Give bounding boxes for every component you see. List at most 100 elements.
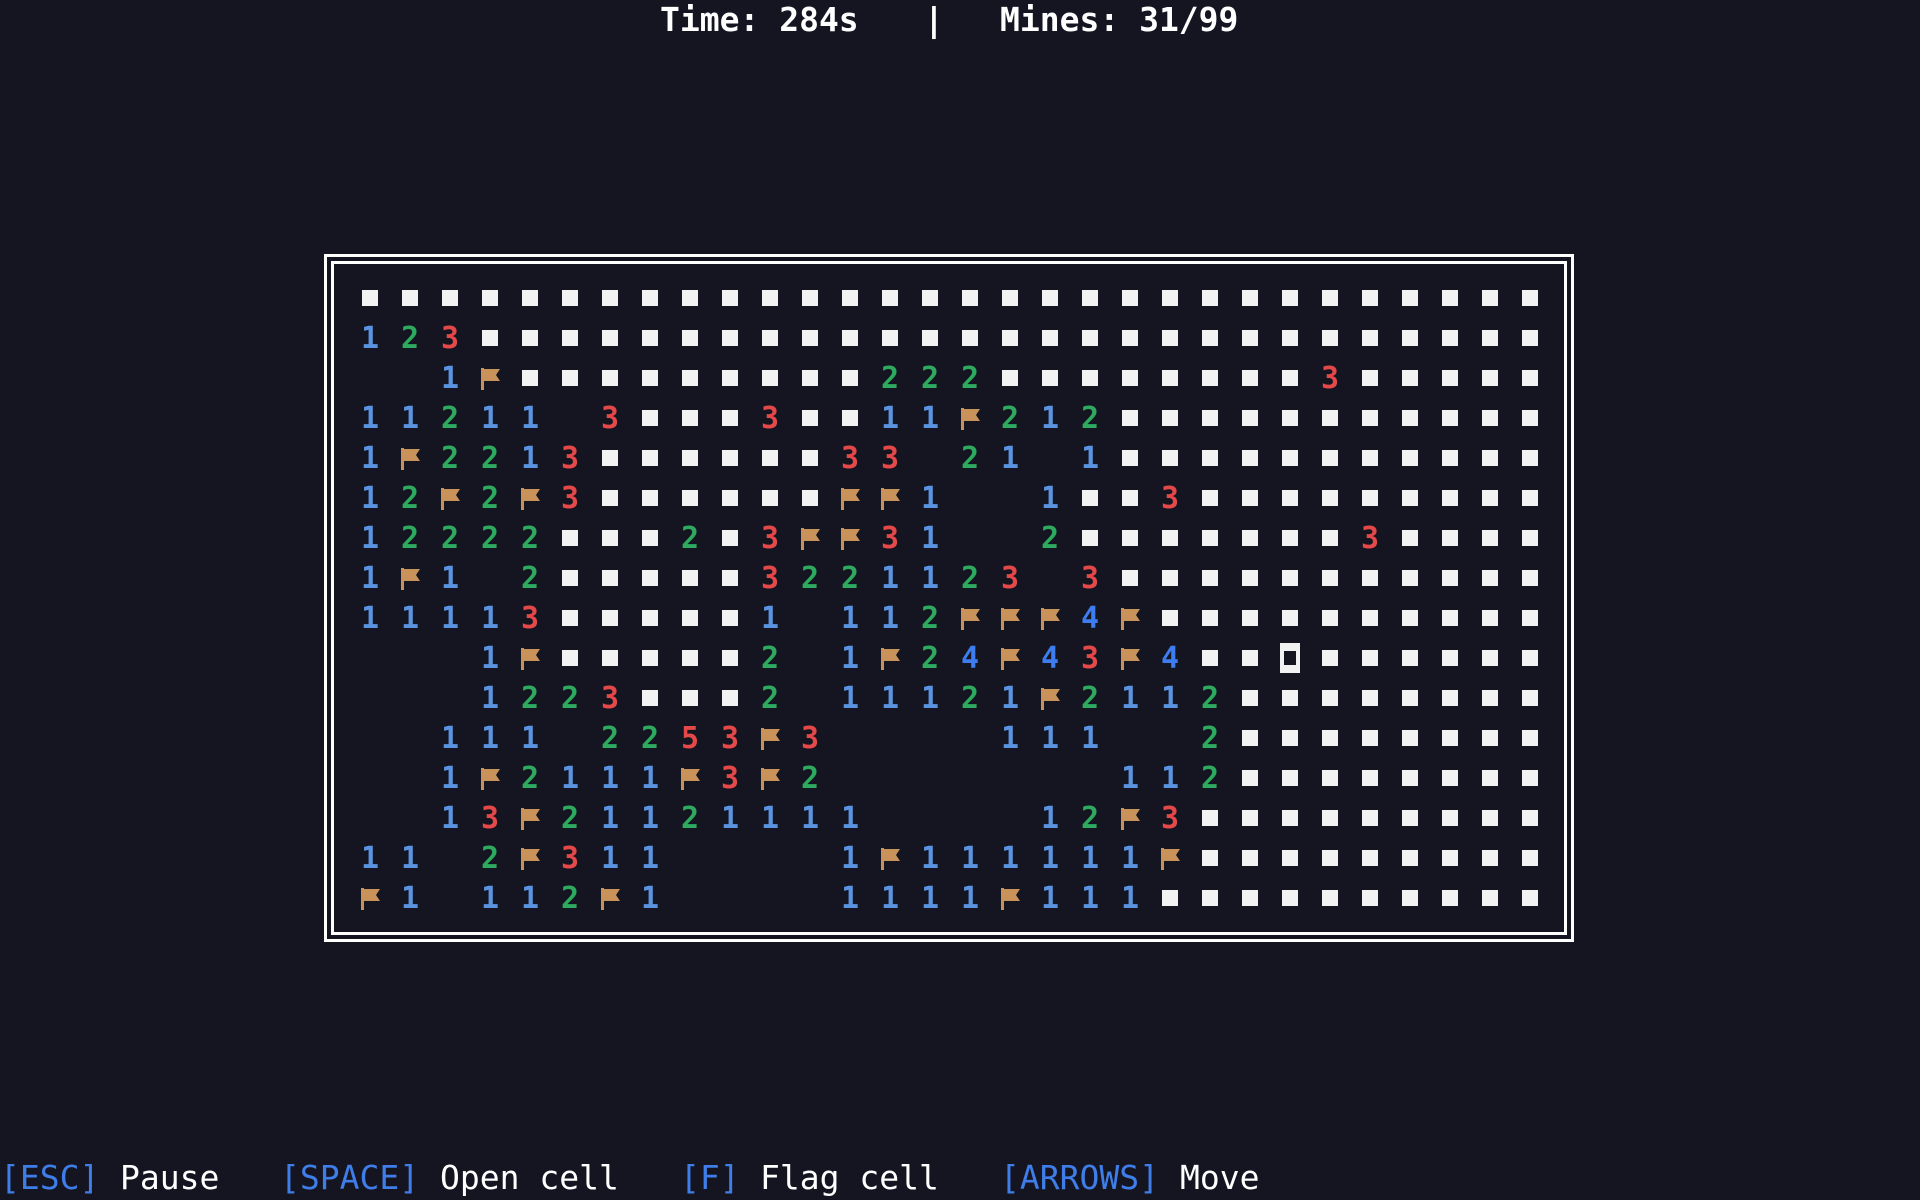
unopened-cell[interactable] — [1390, 718, 1430, 758]
unopened-cell[interactable] — [1230, 718, 1270, 758]
unopened-cell[interactable] — [510, 318, 550, 358]
number-cell[interactable]: 1 — [350, 518, 390, 558]
number-cell[interactable]: 3 — [870, 518, 910, 558]
unopened-cell[interactable] — [1470, 878, 1510, 918]
unopened-cell[interactable] — [1190, 478, 1230, 518]
unopened-cell[interactable] — [590, 318, 630, 358]
unopened-cell[interactable] — [670, 598, 710, 638]
number-cell[interactable]: 3 — [550, 478, 590, 518]
number-cell[interactable]: 2 — [510, 678, 550, 718]
unopened-cell[interactable] — [590, 478, 630, 518]
unopened-cell[interactable] — [1230, 358, 1270, 398]
unopened-cell[interactable] — [750, 478, 790, 518]
unopened-cell[interactable] — [1110, 318, 1150, 358]
unopened-cell[interactable] — [630, 358, 670, 398]
number-cell[interactable]: 1 — [1110, 678, 1150, 718]
number-cell[interactable]: 2 — [950, 358, 990, 398]
unopened-cell[interactable] — [1270, 678, 1310, 718]
unopened-cell[interactable] — [1390, 758, 1430, 798]
number-cell[interactable]: 1 — [1070, 878, 1110, 918]
unopened-cell[interactable] — [710, 438, 750, 478]
unopened-cell[interactable] — [1470, 558, 1510, 598]
unopened-cell[interactable] — [1510, 678, 1550, 718]
unopened-cell[interactable] — [1310, 438, 1350, 478]
unopened-cell[interactable] — [1470, 678, 1510, 718]
number-cell[interactable]: 4 — [1070, 598, 1110, 638]
unopened-cell[interactable] — [590, 518, 630, 558]
unopened-cell[interactable] — [1430, 318, 1470, 358]
unopened-cell[interactable] — [550, 638, 590, 678]
unopened-cell[interactable] — [1110, 358, 1150, 398]
number-cell[interactable]: 4 — [1030, 638, 1070, 678]
unopened-cell[interactable] — [1310, 278, 1350, 318]
unopened-cell[interactable] — [1350, 798, 1390, 838]
unopened-cell[interactable] — [750, 438, 790, 478]
flagged-cell[interactable] — [1110, 598, 1150, 638]
number-cell[interactable]: 1 — [1110, 838, 1150, 878]
unopened-cell[interactable] — [1030, 278, 1070, 318]
unopened-cell[interactable] — [1030, 358, 1070, 398]
unopened-cell[interactable] — [710, 358, 750, 398]
unopened-cell[interactable] — [1510, 878, 1550, 918]
number-cell[interactable]: 1 — [470, 638, 510, 678]
number-cell[interactable]: 1 — [790, 798, 830, 838]
number-cell[interactable]: 2 — [670, 798, 710, 838]
flagged-cell[interactable] — [390, 558, 430, 598]
number-cell[interactable]: 1 — [350, 838, 390, 878]
unopened-cell[interactable] — [1430, 878, 1470, 918]
unopened-cell[interactable] — [630, 558, 670, 598]
number-cell[interactable]: 1 — [830, 798, 870, 838]
unopened-cell[interactable] — [1430, 598, 1470, 638]
flagged-cell[interactable] — [790, 518, 830, 558]
unopened-cell[interactable] — [1190, 798, 1230, 838]
number-cell[interactable]: 3 — [430, 318, 470, 358]
number-cell[interactable]: 1 — [630, 798, 670, 838]
empty-cell[interactable] — [990, 518, 1030, 558]
number-cell[interactable]: 1 — [1150, 678, 1190, 718]
unopened-cell[interactable] — [1310, 718, 1350, 758]
unopened-cell[interactable] — [550, 518, 590, 558]
number-cell[interactable]: 3 — [590, 678, 630, 718]
unopened-cell[interactable] — [1470, 398, 1510, 438]
empty-cell[interactable] — [550, 718, 590, 758]
number-cell[interactable]: 1 — [950, 878, 990, 918]
empty-cell[interactable] — [350, 678, 390, 718]
number-cell[interactable]: 3 — [1350, 518, 1390, 558]
unopened-cell[interactable] — [1310, 678, 1350, 718]
unopened-cell[interactable] — [1030, 318, 1070, 358]
unopened-cell[interactable] — [1350, 478, 1390, 518]
unopened-cell[interactable] — [1350, 438, 1390, 478]
number-cell[interactable]: 2 — [430, 398, 470, 438]
unopened-cell[interactable] — [1070, 518, 1110, 558]
unopened-cell[interactable] — [710, 558, 750, 598]
empty-cell[interactable] — [990, 478, 1030, 518]
unopened-cell[interactable] — [670, 278, 710, 318]
number-cell[interactable]: 1 — [1030, 838, 1070, 878]
unopened-cell[interactable] — [1230, 598, 1270, 638]
unopened-cell[interactable] — [1270, 878, 1310, 918]
unopened-cell[interactable] — [630, 438, 670, 478]
unopened-cell[interactable] — [1190, 358, 1230, 398]
empty-cell[interactable] — [1030, 438, 1070, 478]
empty-cell[interactable] — [390, 798, 430, 838]
flagged-cell[interactable] — [510, 478, 550, 518]
number-cell[interactable]: 1 — [430, 718, 470, 758]
unopened-cell[interactable] — [830, 358, 870, 398]
unopened-cell[interactable] — [1390, 318, 1430, 358]
unopened-cell[interactable] — [1430, 798, 1470, 838]
number-cell[interactable]: 1 — [630, 838, 670, 878]
unopened-cell[interactable] — [1150, 318, 1190, 358]
unopened-cell[interactable] — [670, 398, 710, 438]
flagged-cell[interactable] — [470, 758, 510, 798]
number-cell[interactable]: 1 — [350, 398, 390, 438]
number-cell[interactable]: 1 — [1030, 878, 1070, 918]
number-cell[interactable]: 3 — [1310, 358, 1350, 398]
unopened-cell[interactable] — [1510, 638, 1550, 678]
unopened-cell[interactable] — [1190, 438, 1230, 478]
empty-cell[interactable] — [1030, 558, 1070, 598]
empty-cell[interactable] — [430, 678, 470, 718]
flagged-cell[interactable] — [870, 478, 910, 518]
flagged-cell[interactable] — [1110, 638, 1150, 678]
number-cell[interactable]: 4 — [1150, 638, 1190, 678]
empty-cell[interactable] — [950, 758, 990, 798]
